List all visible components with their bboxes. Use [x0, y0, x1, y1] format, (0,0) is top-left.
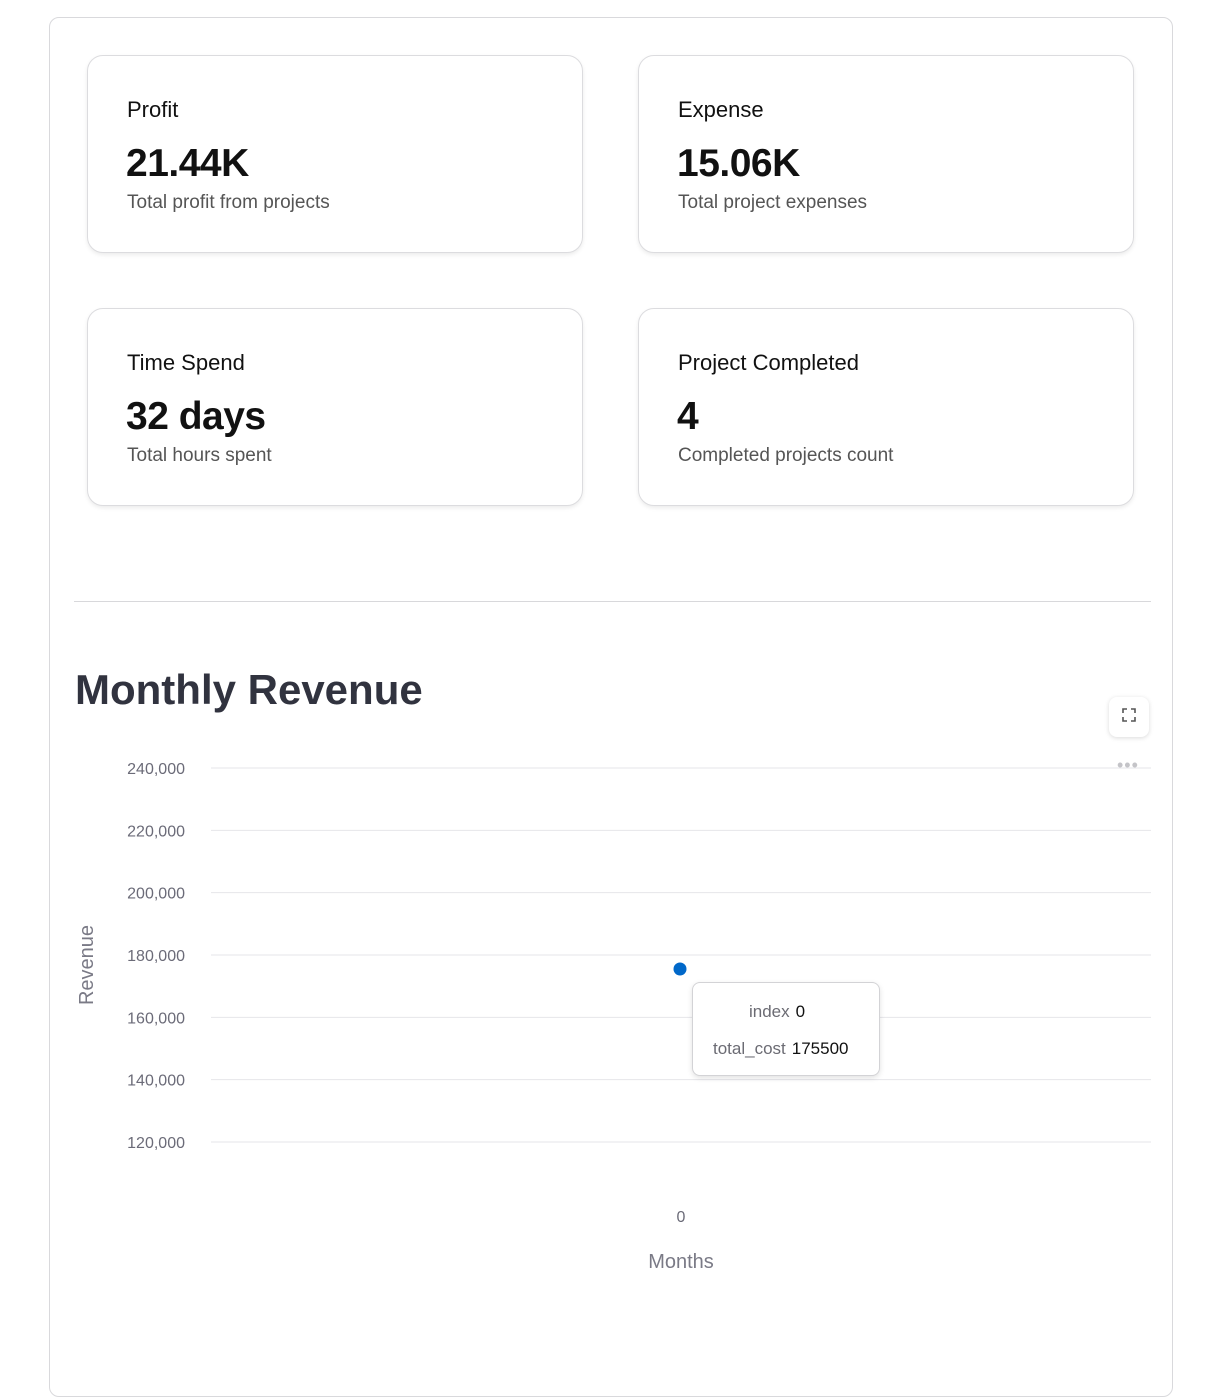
y-tick-label: 140,000 [127, 1073, 185, 1090]
tooltip-value-total-cost: 175500 [791, 1039, 849, 1058]
fullscreen-button[interactable] [1109, 697, 1149, 737]
y-tick-label: 200,000 [127, 886, 185, 903]
x-axis-label: Months [648, 1251, 714, 1273]
y-tick-label: 240,000 [127, 761, 185, 778]
y-tick-label: 120,000 [127, 1135, 185, 1152]
more-horizontal-icon[interactable]: ••• [1117, 756, 1139, 774]
y-tick-label: 180,000 [127, 948, 185, 965]
tooltip-value-index: 0 [795, 1002, 806, 1021]
y-tick-label: 160,000 [127, 1010, 185, 1027]
y-axis-label: Revenue [76, 925, 98, 1005]
tooltip-key-total-cost: total_cost [713, 1039, 786, 1058]
tooltip-key-index: index [749, 1002, 790, 1021]
x-tick-label: 0 [677, 1209, 686, 1226]
y-tick-label: 220,000 [127, 823, 185, 840]
revenue-chart[interactable]: 120,000 140,000 160,000 180,000 200,000 220,0… [0, 0, 1214, 1370]
data-point [673, 962, 687, 976]
fullscreen-expand-icon [1122, 707, 1136, 727]
chart-tooltip: index 0 total_cost 175500 [692, 982, 880, 1076]
